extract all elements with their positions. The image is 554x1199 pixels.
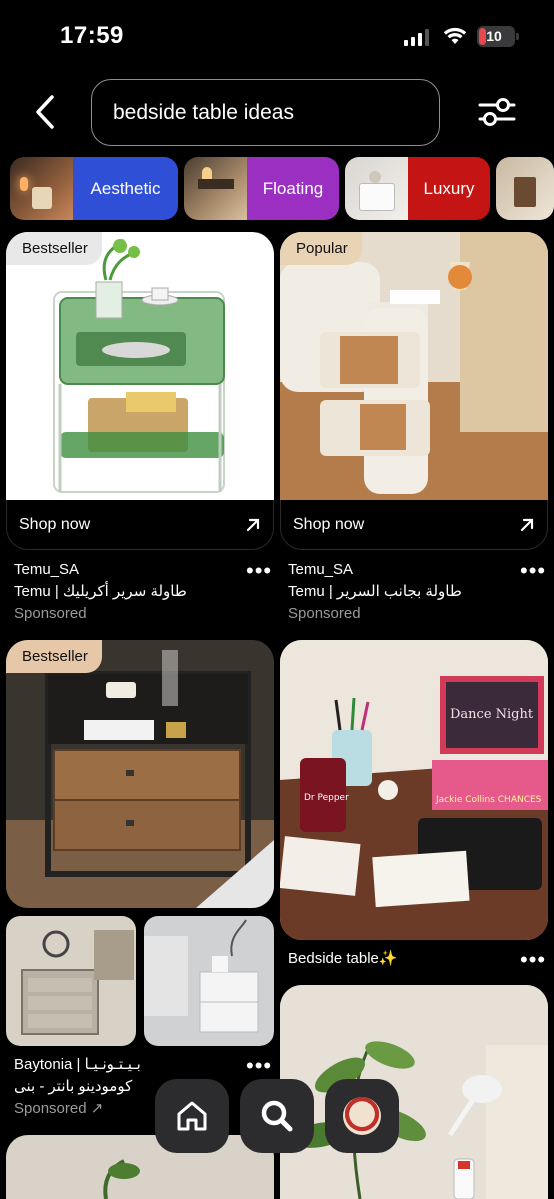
battery-icon: 10 bbox=[477, 26, 519, 47]
more-options-icon[interactable]: ••• bbox=[520, 560, 546, 582]
bestseller-badge: Bestseller bbox=[6, 640, 102, 673]
search-input[interactable]: bedside table ideas bbox=[91, 79, 440, 146]
cream-nightstand-image bbox=[280, 232, 548, 500]
chip-luxury[interactable]: Luxury bbox=[345, 157, 490, 220]
arrow-up-right-icon bbox=[246, 518, 260, 531]
can-label-text: Dr Pepper bbox=[304, 793, 349, 803]
chip-label: Aesthetic bbox=[73, 157, 178, 220]
pin-meta: Temu_SA Temu | طاولة بجانب السرير Sponso… bbox=[288, 559, 518, 625]
chip-thumbnail bbox=[10, 157, 73, 220]
wood-nightstand-image bbox=[6, 640, 274, 908]
cellular-signal-icon bbox=[404, 29, 429, 46]
book-cover-text: Jackie Collins CHANCES bbox=[435, 795, 542, 805]
pin-subtitle: Temu | طاولة سرير أكريليك bbox=[14, 583, 187, 600]
chip-thumbnail bbox=[496, 157, 554, 220]
shop-now-label: Shop now bbox=[19, 515, 91, 533]
plant-image bbox=[103, 1159, 140, 1199]
pin-plant-lamp[interactable] bbox=[280, 985, 548, 1199]
pin-acrylic-table[interactable]: Bestseller bbox=[6, 232, 274, 500]
chip-thumbnail bbox=[184, 157, 247, 220]
shop-now-label: Shop now bbox=[293, 515, 365, 533]
nav-search-button[interactable] bbox=[240, 1079, 314, 1153]
chip-label: Luxury bbox=[408, 157, 490, 220]
filter-settings-icon[interactable] bbox=[478, 96, 516, 128]
plant-lamp-image bbox=[280, 985, 548, 1199]
sponsored-label: Sponsored bbox=[14, 605, 87, 622]
bestseller-badge: Bestseller bbox=[6, 232, 102, 265]
acrylic-table-image bbox=[53, 238, 225, 493]
sponsored-label: Sponsored bbox=[288, 605, 361, 622]
pin-plant-partial[interactable] bbox=[6, 1135, 274, 1199]
chip-thumbnail bbox=[345, 157, 408, 220]
more-options-icon[interactable]: ••• bbox=[246, 560, 272, 582]
chip-floating[interactable]: Floating bbox=[184, 157, 339, 220]
more-options-icon[interactable]: ••• bbox=[520, 949, 546, 971]
back-button[interactable] bbox=[28, 92, 62, 132]
baytonia-nightstand-image bbox=[6, 916, 274, 1046]
book-cover-text: Dance Night bbox=[450, 707, 534, 722]
chip-aesthetic[interactable]: Aesthetic bbox=[10, 157, 178, 220]
shop-now-button[interactable]: Shop now bbox=[280, 500, 548, 550]
arrow-up-right-icon: ↗ bbox=[90, 1100, 104, 1117]
pin-meta: Temu_SA Temu | طاولة سرير أكريليك Sponso… bbox=[14, 559, 254, 625]
home-icon bbox=[177, 1101, 207, 1131]
related-search-chips: Aesthetic Floating Luxury bbox=[10, 157, 554, 220]
shop-now-button[interactable]: Shop now bbox=[6, 500, 274, 550]
nav-home-button[interactable] bbox=[155, 1079, 229, 1153]
arrow-up-right-icon bbox=[520, 518, 534, 531]
pin-title: Bedside table✨ bbox=[288, 950, 398, 967]
bedside-desk-image: Dance Night Jackie Collins CHANCES Dr Pe… bbox=[280, 640, 548, 940]
pin-title: Temu_SA bbox=[288, 561, 354, 578]
popular-badge: Popular bbox=[280, 232, 362, 265]
battery-level: 10 bbox=[486, 28, 502, 44]
pin-subtitle: Temu | طاولة بجانب السرير bbox=[288, 583, 462, 600]
nav-profile-button[interactable] bbox=[325, 1079, 399, 1153]
pin-title: Temu_SA bbox=[14, 561, 80, 578]
chevron-left-icon bbox=[36, 95, 54, 129]
search-icon bbox=[261, 1100, 293, 1132]
pin-wood-nightstand[interactable]: Bestseller bbox=[6, 640, 274, 908]
chip-label: Floating bbox=[247, 157, 339, 220]
pin-baytonia-nightstand[interactable] bbox=[6, 916, 274, 1046]
pin-bedside-desk[interactable]: Dance Night Jackie Collins CHANCES Dr Pe… bbox=[280, 640, 548, 940]
more-options-icon[interactable]: ••• bbox=[246, 1055, 272, 1077]
status-time: 17:59 bbox=[60, 22, 124, 49]
wifi-icon bbox=[443, 27, 467, 44]
pin-cream-nightstand[interactable]: Popular bbox=[280, 232, 548, 500]
status-bar: 17:59 10 bbox=[0, 0, 554, 70]
pin-meta: Bedside table✨ bbox=[288, 948, 508, 970]
chip-more[interactable] bbox=[496, 157, 554, 220]
pin-title: Baytonia | بـيـتـونـيـا bbox=[14, 1056, 141, 1073]
search-query: bedside table ideas bbox=[113, 100, 294, 124]
profile-avatar bbox=[343, 1097, 381, 1135]
